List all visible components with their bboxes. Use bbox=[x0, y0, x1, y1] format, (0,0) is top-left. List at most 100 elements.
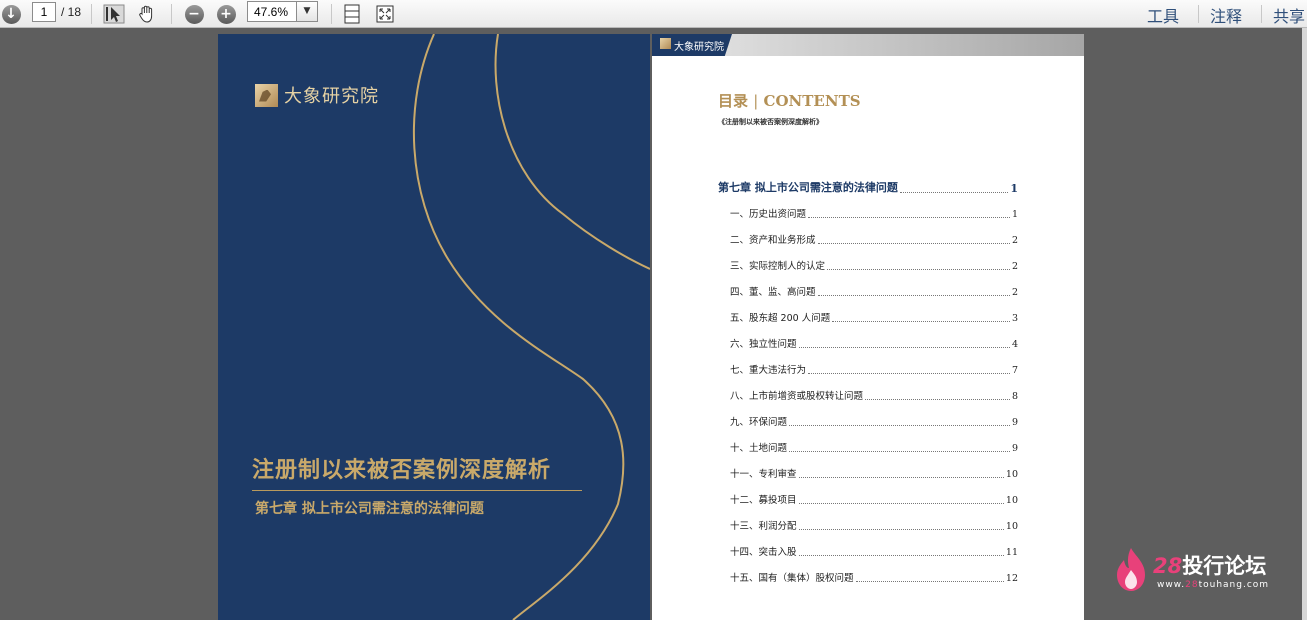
page-number-input[interactable] bbox=[32, 2, 56, 22]
toc-entry-label: 五、股东超 200 人问题 bbox=[730, 313, 831, 324]
contents-heading-cn: 目录 bbox=[718, 92, 749, 110]
toc-entry-page: 8 bbox=[1011, 391, 1018, 402]
contents-heading: 目录 | CONTENTS bbox=[718, 90, 861, 111]
toc-entry-label: 第七章 拟上市公司需注意的法律问题 bbox=[718, 181, 898, 194]
toc-entry[interactable]: 七、重大违法行为 7 bbox=[730, 362, 1018, 376]
toc-leader-dots bbox=[798, 529, 1004, 530]
toc-entry-label: 八、上市前增资或股权转让问题 bbox=[730, 391, 864, 402]
header-brand-name: 大象研究院 bbox=[674, 42, 724, 53]
toc-chapter-entry[interactable]: 第七章 拟上市公司需注意的法律问题 1 bbox=[718, 179, 1018, 195]
toc-entry-page: 7 bbox=[1011, 365, 1018, 376]
watermark-url-prefix: www. bbox=[1157, 580, 1186, 590]
page-total-label: / 18 bbox=[61, 5, 82, 19]
fit-page-icon bbox=[344, 4, 360, 24]
toc-entry-label: 六、独立性问题 bbox=[730, 339, 797, 350]
toc-entry[interactable]: 十、土地问题 9 bbox=[730, 440, 1018, 454]
toc-leader-dots bbox=[832, 321, 1010, 322]
toc-entry-page: 1 bbox=[1011, 209, 1018, 220]
toc-entry-label: 二、资产和业务形成 bbox=[730, 235, 816, 246]
toc-entry-page: 10 bbox=[1005, 495, 1018, 506]
cover-title: 注册制以来被否案例深度解析 bbox=[252, 458, 552, 483]
toc-entry-page: 4 bbox=[1011, 339, 1018, 350]
toc-entry[interactable]: 十五、国有（集体）股权问题 12 bbox=[730, 570, 1018, 584]
toc-entry[interactable]: 三、实际控制人的认定 2 bbox=[730, 258, 1018, 272]
toc-entry-label: 十四、突击入股 bbox=[730, 547, 797, 558]
chevron-down-icon: ▼ bbox=[303, 6, 311, 16]
toc-entry[interactable]: 十二、募投项目 10 bbox=[730, 492, 1018, 506]
toc-entry[interactable]: 五、股东超 200 人问题 3 bbox=[730, 310, 1018, 324]
zoom-dropdown-button[interactable]: ▼ bbox=[297, 1, 318, 22]
cover-subtitle: 第七章 拟上市公司需注意的法律问题 bbox=[255, 501, 484, 517]
toc-entry-page: 10 bbox=[1005, 521, 1018, 532]
toc-leader-dots bbox=[798, 347, 1010, 348]
full-screen-button[interactable] bbox=[373, 3, 397, 25]
viewer-toolbar: ↓ / 18 − + ▼ 工具 注释 bbox=[0, 0, 1307, 28]
watermark-number: 28 bbox=[1153, 554, 1183, 578]
text-select-cursor-icon bbox=[103, 4, 125, 24]
toc-leader-dots bbox=[817, 243, 1010, 244]
forum-watermark: 28投行论坛 www. 28 touhang.com bbox=[1113, 546, 1283, 594]
toc-entry[interactable]: 八、上市前增资或股权转让问题 8 bbox=[730, 388, 1018, 402]
comment-menu[interactable]: 注释 bbox=[1210, 3, 1242, 27]
toc-entry-page: 9 bbox=[1011, 443, 1018, 454]
toc-leader-dots bbox=[899, 192, 1009, 193]
toolbar-divider bbox=[171, 4, 172, 24]
watermark-name: 投行论坛 bbox=[1182, 554, 1267, 578]
next-page-button[interactable]: ↓ bbox=[0, 3, 22, 25]
plus-icon: + bbox=[216, 4, 236, 24]
toc-entry-label: 七、重大违法行为 bbox=[730, 365, 807, 376]
toc-leader-dots bbox=[808, 373, 1010, 374]
minus-icon: − bbox=[184, 4, 204, 24]
toc-entry[interactable]: 十三、利润分配 10 bbox=[730, 518, 1018, 532]
toc-entry-label: 一、历史出资问题 bbox=[730, 209, 807, 220]
toc-entry-page: 2 bbox=[1011, 261, 1018, 272]
toc-leader-dots bbox=[827, 269, 1010, 270]
toc-leader-dots bbox=[789, 425, 1010, 426]
toc-entry[interactable]: 一、历史出资问题 1 bbox=[730, 206, 1018, 220]
select-tool-button[interactable] bbox=[101, 3, 127, 25]
toc-entry[interactable]: 十四、突击入股 11 bbox=[730, 544, 1018, 558]
elephant-logo-icon bbox=[660, 38, 671, 49]
zoom-out-button[interactable]: − bbox=[182, 3, 206, 25]
toc-entry-page: 1 bbox=[1010, 182, 1018, 195]
vertical-scrollbar[interactable] bbox=[1302, 28, 1307, 620]
toc-entry[interactable]: 九、环保问题 9 bbox=[730, 414, 1018, 428]
elephant-logo-icon bbox=[255, 83, 278, 107]
toc-entry-label: 九、环保问题 bbox=[730, 417, 788, 428]
watermark-title: 28投行论坛 bbox=[1153, 550, 1266, 580]
toc-entry[interactable]: 四、董、监、高问题 2 bbox=[730, 284, 1018, 298]
zoom-level-input[interactable] bbox=[247, 1, 297, 22]
toc-entry[interactable]: 二、资产和业务形成 2 bbox=[730, 232, 1018, 246]
toc-entry-label: 十三、利润分配 bbox=[730, 521, 797, 532]
cover-page: 大象研究院 注册制以来被否案例深度解析 第七章 拟上市公司需注意的法律问题 bbox=[218, 34, 650, 620]
toc-entry-page: 11 bbox=[1005, 547, 1018, 558]
toc-entry-label: 十五、国有（集体）股权问题 bbox=[730, 573, 854, 584]
fit-page-button[interactable] bbox=[340, 3, 364, 25]
expand-icon bbox=[376, 5, 394, 23]
toc-leader-dots bbox=[789, 451, 1010, 452]
toc-entry-label: 三、实际控制人的认定 bbox=[730, 261, 826, 272]
hand-tool-button[interactable] bbox=[134, 3, 160, 25]
toc-entry-page: 3 bbox=[1011, 313, 1018, 324]
toc-leader-dots bbox=[808, 217, 1010, 218]
tools-menu[interactable]: 工具 bbox=[1147, 3, 1179, 27]
toc-leader-dots bbox=[798, 555, 1004, 556]
flame-logo-icon bbox=[1117, 548, 1145, 591]
toc-entry[interactable]: 六、独立性问题 4 bbox=[730, 336, 1018, 350]
zoom-in-button[interactable]: + bbox=[214, 3, 238, 25]
cover-logo: 大象研究院 bbox=[255, 82, 379, 108]
toc-entry-page: 12 bbox=[1005, 573, 1018, 584]
toc-entry[interactable]: 十一、专利审查 10 bbox=[730, 466, 1018, 480]
arrow-down-icon: ↓ bbox=[1, 4, 21, 24]
watermark-url-suffix: touhang.com bbox=[1198, 580, 1270, 590]
toc-leader-dots bbox=[817, 295, 1010, 296]
toolbar-divider bbox=[1261, 5, 1262, 23]
toc-leader-dots bbox=[798, 503, 1004, 504]
share-menu[interactable]: 共享 bbox=[1273, 3, 1305, 27]
toc-leader-dots bbox=[798, 477, 1004, 478]
toc-entry-label: 十一、专利审查 bbox=[730, 469, 797, 480]
contents-heading-en: CONTENTS bbox=[763, 92, 861, 110]
toc-entry-page: 2 bbox=[1011, 235, 1018, 246]
toc-leader-dots bbox=[865, 399, 1010, 400]
toc-entry-page: 2 bbox=[1011, 287, 1018, 298]
